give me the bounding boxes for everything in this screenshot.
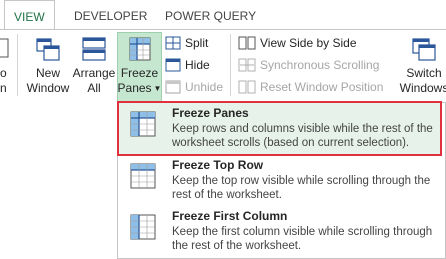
freeze-panes-label-2-row: Panes ▼ bbox=[117, 81, 162, 96]
menu-item-description: Keep the first column visible while scro… bbox=[172, 226, 433, 252]
ribbon-tab-bar: VIEW DEVELOPER POWER QUERY bbox=[0, 0, 446, 30]
synchronous-scrolling-button[interactable]: Synchronous Scrolling bbox=[238, 58, 379, 72]
arrange-all-label-1: Arrange bbox=[72, 66, 116, 80]
red-highlight-box bbox=[117, 101, 442, 156]
reset-window-position-label: Reset Window Position bbox=[260, 80, 384, 94]
freeze-panes-button[interactable]: Freeze Panes ▼ bbox=[117, 36, 162, 96]
split-label: Split bbox=[185, 36, 209, 50]
menu-item-title: Freeze Top Row bbox=[172, 158, 264, 172]
reset-position-icon bbox=[238, 80, 256, 94]
view-side-by-side-button[interactable]: View Side by Side bbox=[238, 36, 357, 50]
menu-item-title: Freeze First Column bbox=[172, 209, 288, 223]
switch-windows-button[interactable]: Switch Windows bbox=[396, 36, 446, 96]
arrange-all-label-2: All bbox=[87, 81, 101, 95]
split-icon bbox=[165, 36, 181, 50]
hide-button[interactable]: Hide bbox=[165, 58, 210, 72]
unhide-label: Unhide bbox=[185, 80, 224, 94]
partial-button-label-1: o bbox=[0, 66, 7, 80]
hide-window-icon bbox=[165, 58, 181, 72]
partial-button-label-2: n bbox=[0, 81, 7, 95]
view-side-by-side-label: View Side by Side bbox=[260, 36, 357, 50]
unhide-button[interactable]: Unhide bbox=[165, 80, 223, 94]
switch-windows-label-1: Switch bbox=[406, 66, 442, 80]
menu-item-freeze-top-row[interactable]: Freeze Top Row Keep the top row visible … bbox=[118, 155, 445, 205]
freeze-first-column-icon bbox=[130, 214, 156, 240]
menu-item-freeze-first-column[interactable]: Freeze First Column Keep the first colum… bbox=[118, 206, 445, 256]
hide-label: Hide bbox=[185, 58, 210, 72]
tab-power-query[interactable]: POWER QUERY bbox=[165, 9, 256, 23]
freeze-panes-icon bbox=[129, 37, 150, 61]
menu-item-description: Keep the top row visible while scrolling… bbox=[172, 175, 431, 201]
arrange-all-button[interactable]: Arrange All bbox=[71, 36, 117, 96]
tab-view[interactable]: VIEW bbox=[4, 0, 55, 30]
tab-developer[interactable]: DEVELOPER bbox=[74, 9, 147, 23]
new-window-label-2: Window bbox=[26, 81, 70, 95]
split-button[interactable]: Split bbox=[165, 36, 208, 50]
window-icon bbox=[0, 38, 9, 58]
new-window-icon bbox=[36, 38, 60, 61]
freeze-panes-label-2: Panes bbox=[117, 81, 152, 95]
switch-windows-label-2: Windows bbox=[399, 81, 446, 95]
unhide-window-icon bbox=[165, 80, 181, 94]
dropdown-arrow-icon: ▼ bbox=[153, 84, 162, 93]
reset-window-position-button[interactable]: Reset Window Position bbox=[238, 80, 383, 94]
arrange-all-icon bbox=[82, 37, 106, 61]
freeze-top-row-icon bbox=[130, 163, 156, 189]
ribbon-separator bbox=[230, 34, 231, 96]
ribbon-separator bbox=[17, 34, 18, 96]
switch-windows-icon bbox=[412, 38, 436, 61]
freeze-panes-label-1: Freeze bbox=[120, 66, 159, 80]
new-window-label-1: New bbox=[35, 66, 60, 80]
new-window-button[interactable]: New Window bbox=[25, 36, 71, 96]
synchronous-scrolling-label: Synchronous Scrolling bbox=[260, 58, 380, 72]
side-by-side-icon bbox=[238, 36, 256, 50]
sync-scroll-icon bbox=[238, 58, 256, 72]
partial-button[interactable]: o n bbox=[0, 36, 12, 96]
